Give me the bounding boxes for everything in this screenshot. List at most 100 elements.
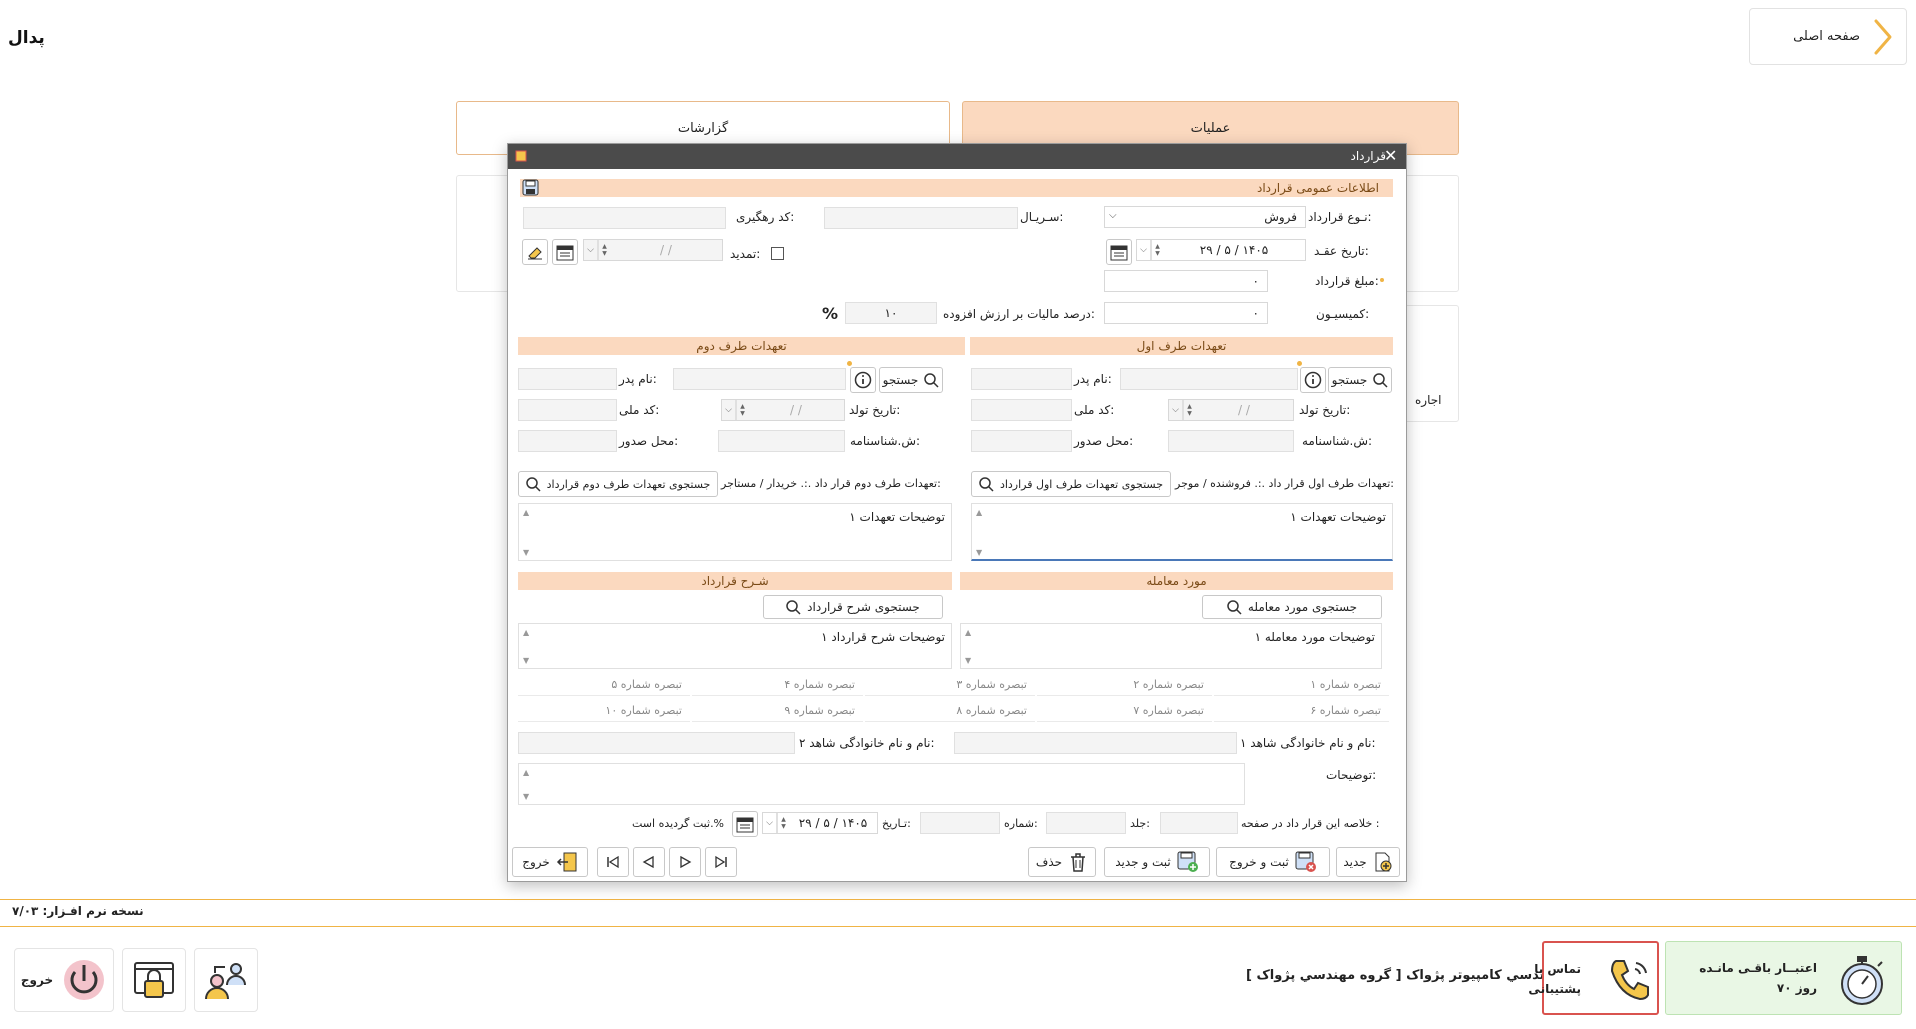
dialog-exit-label: خروج: [522, 855, 550, 869]
app-logo: پدال: [8, 28, 45, 48]
scroll-down-icon[interactable]: ▼: [976, 548, 986, 557]
menu-card[interactable]: [1400, 175, 1459, 292]
contract-date-picker[interactable]: ⌵ ▲ ▼ ۲۹ / ۵ / ۱۴۰۵: [1136, 239, 1306, 261]
party1-father-input[interactable]: [971, 368, 1072, 390]
party2-commit-search-button[interactable]: جستجوی تعهدات طرف دوم قرارداد: [518, 471, 718, 497]
remarks-textarea[interactable]: ▲ ▼: [518, 763, 1245, 805]
date-spinner[interactable]: ▲ ▼: [1183, 400, 1195, 420]
contract-date-calendar-button[interactable]: [1106, 239, 1132, 265]
note-field[interactable]: تبصره شماره ۵: [518, 674, 690, 696]
party1-commit-search-button[interactable]: جستجوی تعهدات طرف اول قرارداد: [971, 471, 1171, 497]
summary-date-picker[interactable]: ⌵ ▲ ▼ ۲۹ / ۵ / ۱۴۰۵: [762, 812, 878, 834]
last-record-button[interactable]: [705, 847, 737, 877]
party2-father-input[interactable]: [518, 368, 617, 390]
party2-info-button[interactable]: [850, 367, 876, 393]
party2-issue-input[interactable]: [518, 430, 617, 452]
note-field[interactable]: تبصره شماره ۷: [1037, 700, 1212, 722]
description-search-button[interactable]: جستجوی شرح قرارداد: [763, 595, 943, 619]
search-icon: [1373, 372, 1388, 388]
scroll-down-icon[interactable]: ▼: [523, 548, 533, 557]
contract-amount-input[interactable]: ۰: [1104, 270, 1268, 292]
party1-birth-picker[interactable]: ⌵ ▲ ▼ / /: [1168, 399, 1294, 421]
scroll-down-icon[interactable]: ▼: [965, 656, 975, 665]
party1-search-button[interactable]: جستجو: [1328, 367, 1392, 393]
menu-card-rental[interactable]: اجاره: [1400, 305, 1459, 422]
extend-checkbox[interactable]: [771, 247, 784, 260]
party2-commit-label: تعهدات طرف دوم قرار داد .:. خریدار / مست…: [721, 477, 941, 490]
note-field[interactable]: تبصره شماره ۲: [1037, 674, 1212, 696]
dialog-exit-button[interactable]: خروج: [512, 847, 588, 877]
summary-page-input[interactable]: [1160, 812, 1238, 834]
note-field[interactable]: تبصره شماره ۸: [865, 700, 1035, 722]
scroll-down-icon[interactable]: ▼: [523, 792, 533, 801]
date-spinner[interactable]: ▲ ▼: [777, 813, 789, 833]
subject-text: توضیحات مورد معامله ۱: [1254, 630, 1375, 644]
switch-user-button[interactable]: [194, 948, 258, 1012]
note-field[interactable]: تبصره شماره ۳: [865, 674, 1035, 696]
party2-idno-input[interactable]: [718, 430, 845, 452]
serial-input[interactable]: [824, 207, 1018, 229]
summary-date-calendar-button[interactable]: [732, 811, 758, 837]
scroll-up-icon[interactable]: ▲: [523, 628, 533, 637]
extend-date-calendar-button[interactable]: [552, 239, 578, 265]
subject-search-button[interactable]: جستجوی مورد معامله: [1202, 595, 1382, 619]
note-field[interactable]: تبصره شماره ۹: [692, 700, 863, 722]
dialog-titlebar[interactable]: قرارداد ✕: [508, 144, 1406, 169]
home-button[interactable]: صفحه اصلی: [1749, 8, 1907, 65]
party2-birth-picker[interactable]: ⌵ ▲ ▼ / /: [721, 399, 845, 421]
close-icon[interactable]: ✕: [1384, 147, 1397, 165]
support-button[interactable]: تماس با پشتیبانی: [1528, 941, 1659, 1015]
summary-number-input[interactable]: [920, 812, 1000, 834]
first-record-button[interactable]: [597, 847, 629, 877]
scroll-up-icon[interactable]: ▲: [976, 508, 986, 517]
scroll-up-icon[interactable]: ▲: [523, 768, 533, 777]
commission-input[interactable]: ۰: [1104, 302, 1268, 324]
subject-textarea[interactable]: توضیحات مورد معامله ۱ ▲ ▼: [960, 623, 1382, 669]
party2-search-button[interactable]: جستجو: [879, 367, 943, 393]
next-record-button[interactable]: [669, 847, 701, 877]
contract-type-select[interactable]: ⌵ فروش: [1104, 206, 1306, 228]
summary-volume-input[interactable]: [1046, 812, 1126, 834]
note-field[interactable]: تبصره شماره ۱۰: [518, 700, 690, 722]
party1-issue-input[interactable]: [971, 430, 1072, 452]
party1-birth-value: / /: [1238, 403, 1250, 417]
witness2-input[interactable]: [518, 732, 795, 754]
previous-record-button[interactable]: [633, 847, 665, 877]
contract-date-label: تاریخ عقـد:: [1314, 244, 1369, 258]
date-spinner[interactable]: ▲ ▼: [598, 240, 610, 260]
date-spinner[interactable]: ▲ ▼: [1151, 240, 1163, 260]
new-button[interactable]: جدید: [1336, 847, 1400, 877]
party1-commit-textarea[interactable]: توضیحات تعهدات ۱ ▲ ▼: [971, 503, 1393, 561]
party2-commit-textarea[interactable]: توضیحات تعهدات ۱ ▲ ▼: [518, 503, 952, 561]
search-icon: [786, 599, 801, 615]
party2-national-input[interactable]: [518, 399, 617, 421]
note-2: تبصره شماره ۲: [1133, 678, 1204, 691]
date-spinner[interactable]: ▲ ▼: [736, 400, 748, 420]
extend-date-picker[interactable]: ⌵ ▲ ▼ / /: [583, 239, 723, 261]
party1-idno-input[interactable]: [1168, 430, 1294, 452]
save-icon[interactable]: [522, 179, 539, 196]
witness1-input[interactable]: [954, 732, 1237, 754]
description-textarea[interactable]: توضیحات شرح قرارداد ۱ ▲ ▼: [518, 623, 952, 669]
save-and-new-button[interactable]: ثبت و جدید: [1104, 847, 1210, 877]
clear-date-button[interactable]: [522, 239, 548, 265]
party2-name-input[interactable]: [673, 368, 846, 390]
tracking-code-input[interactable]: [523, 207, 726, 229]
note-field[interactable]: تبصره شماره ۱: [1214, 674, 1389, 696]
save-and-exit-button[interactable]: ثبت و خروج: [1216, 847, 1330, 877]
scroll-down-icon[interactable]: ▼: [523, 656, 533, 665]
scroll-up-icon[interactable]: ▲: [523, 508, 533, 517]
party1-commit-label: تعهدات طرف اول قرار داد .:. فروشنده / مو…: [1175, 477, 1395, 490]
note-field[interactable]: تبصره شماره ۶: [1214, 700, 1389, 722]
delete-button[interactable]: حذف: [1028, 847, 1096, 877]
scroll-up-icon[interactable]: ▲: [965, 628, 975, 637]
contract-date-value: ۲۹ / ۵ / ۱۴۰۵: [1199, 243, 1269, 257]
vat-percent-input[interactable]: ۱۰: [845, 302, 937, 324]
party1-info-button[interactable]: [1300, 367, 1326, 393]
exit-app-button[interactable]: خروج: [14, 948, 114, 1012]
party1-father-label: نام پدر:: [1074, 372, 1112, 386]
party1-national-input[interactable]: [971, 399, 1072, 421]
lock-button[interactable]: [122, 948, 186, 1012]
note-field[interactable]: تبصره شماره ۴: [692, 674, 863, 696]
party1-name-input[interactable]: [1120, 368, 1298, 390]
